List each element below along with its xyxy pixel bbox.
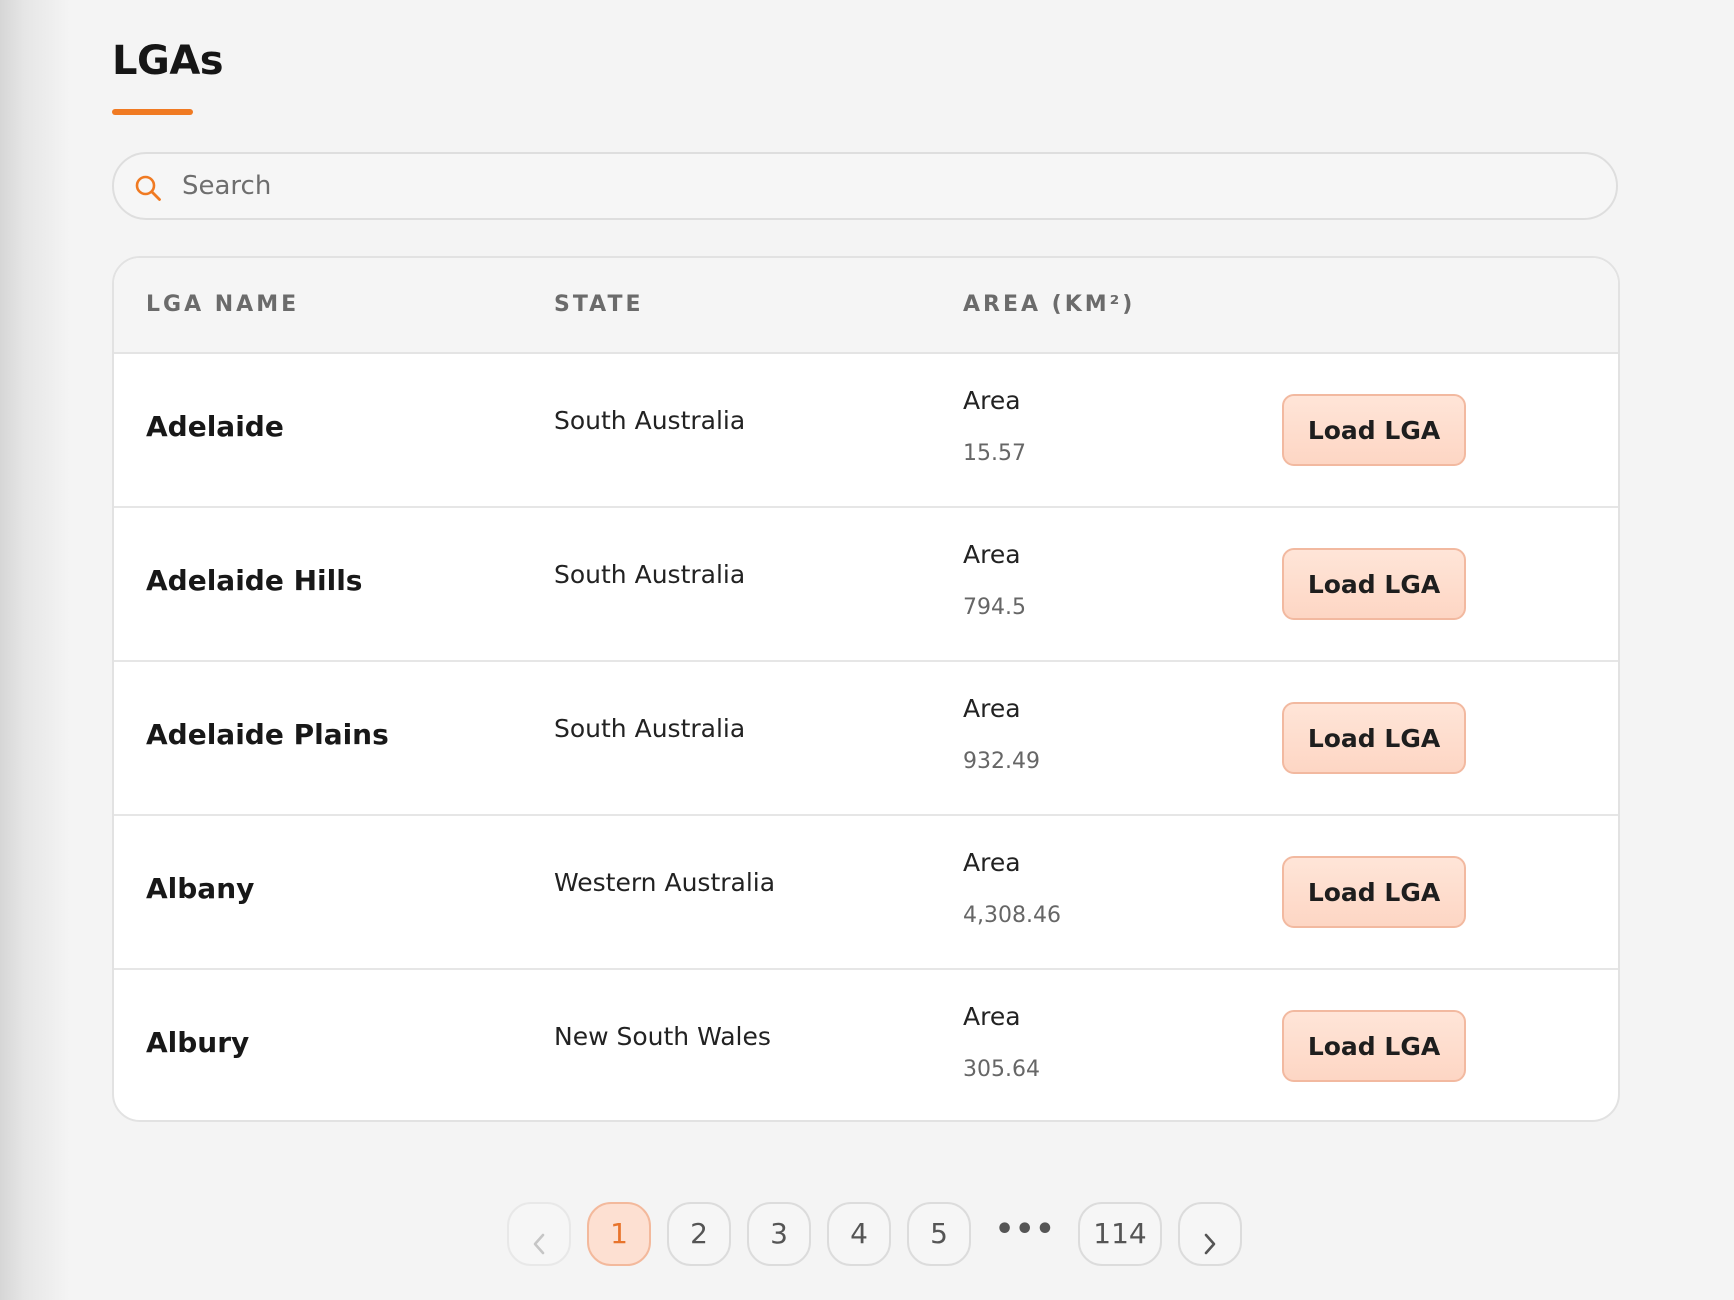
load-lga-button[interactable]: Load LGA (1282, 548, 1466, 620)
load-lga-button[interactable]: Load LGA (1282, 856, 1466, 928)
left-edge-shadow (0, 0, 70, 1300)
lga-state: New South Wales (554, 1022, 771, 1051)
lga-state: South Australia (554, 714, 746, 743)
area-label: Area (963, 848, 1021, 877)
previous-page-button[interactable] (507, 1202, 571, 1266)
lga-state: South Australia (554, 560, 746, 589)
lga-state: South Australia (554, 406, 746, 435)
area-value: 15.57 (963, 441, 1026, 466)
lga-name: Adelaide Plains (146, 718, 389, 751)
area-label: Area (963, 694, 1021, 723)
lga-table: LGA NAME STATE AREA (KM²) Adelaide South… (112, 256, 1620, 1122)
lga-state: Western Australia (554, 868, 776, 897)
table-row: Adelaide Hills South Australia Area 794.… (114, 508, 1618, 662)
area-label: Area (963, 386, 1021, 415)
lga-name: Albany (146, 872, 255, 905)
page-button-5[interactable]: 5 (907, 1202, 971, 1266)
column-header-state: STATE (554, 292, 644, 317)
load-lga-button[interactable]: Load LGA (1282, 394, 1466, 466)
table-row: Albany Western Australia Area 4,308.46 L… (114, 816, 1618, 970)
area-value: 932.49 (963, 749, 1040, 774)
area-label: Area (963, 1002, 1021, 1031)
area-value: 794.5 (963, 595, 1026, 620)
page-button-2[interactable]: 2 (667, 1202, 731, 1266)
lga-name: Albury (146, 1026, 250, 1059)
load-lga-button[interactable]: Load LGA (1282, 1010, 1466, 1082)
area-value: 305.64 (963, 1057, 1040, 1082)
area-label: Area (963, 540, 1021, 569)
chevron-left-icon (533, 1233, 545, 1255)
search-box[interactable] (112, 152, 1618, 220)
search-icon (135, 175, 161, 201)
area-value: 4,308.46 (963, 903, 1061, 928)
page-button-3[interactable]: 3 (747, 1202, 811, 1266)
chevron-right-icon (1204, 1233, 1216, 1255)
page-title: LGAs (112, 38, 224, 84)
pagination-ellipsis: ••• (995, 1212, 1056, 1247)
table-header: LGA NAME STATE AREA (KM²) (114, 258, 1618, 354)
page-button-1[interactable]: 1 (587, 1202, 651, 1266)
table-row: Albury New South Wales Area 305.64 Load … (114, 970, 1618, 1120)
next-page-button[interactable] (1178, 1202, 1242, 1266)
column-header-area: AREA (KM²) (963, 292, 1136, 317)
page-button-last[interactable]: 114 (1078, 1202, 1162, 1266)
table-row: Adelaide South Australia Area 15.57 Load… (114, 354, 1618, 508)
lga-name: Adelaide (146, 410, 284, 443)
search-input[interactable] (182, 166, 1582, 206)
lga-name: Adelaide Hills (146, 564, 363, 597)
title-underline (112, 109, 193, 115)
column-header-lga-name: LGA NAME (146, 292, 300, 317)
load-lga-button[interactable]: Load LGA (1282, 702, 1466, 774)
table-row: Adelaide Plains South Australia Area 932… (114, 662, 1618, 816)
page-button-4[interactable]: 4 (827, 1202, 891, 1266)
